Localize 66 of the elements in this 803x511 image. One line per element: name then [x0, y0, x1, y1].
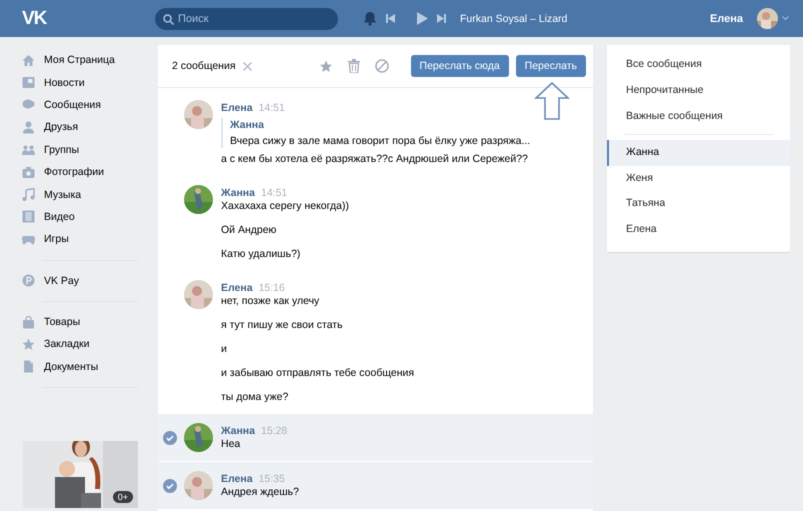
bell-icon[interactable] — [363, 11, 377, 26]
message-text: и — [221, 342, 228, 356]
nav-item[interactable]: Моя Страница — [22, 49, 162, 72]
user-name[interactable]: Елена — [710, 12, 743, 24]
message-text: а с кем бы хотела её разряжать??с Андрюшей или Сережей?? — [221, 152, 529, 166]
checkmark-icon[interactable] — [163, 479, 177, 493]
message-text: Андрея ждешь? — [221, 485, 299, 499]
logo[interactable]: VK — [22, 8, 155, 30]
filter-item[interactable]: Непрочитанные — [607, 77, 790, 103]
up-arrow-drawing — [534, 82, 570, 120]
checkmark-icon[interactable] — [163, 431, 177, 445]
coin-icon — [22, 274, 35, 288]
nav-item[interactable]: Новости — [22, 71, 162, 94]
filter-item[interactable]: Важные сообщения — [607, 103, 790, 129]
track-title[interactable]: Furkan Soysal – Lizard — [460, 12, 568, 24]
filter-item[interactable]: Все сообщения — [607, 51, 790, 77]
caret-icon[interactable] — [782, 16, 789, 21]
previous-track-icon[interactable] — [386, 14, 395, 23]
message-text: нет, позже как улечу — [221, 294, 320, 308]
speech-bubble-icon — [22, 98, 35, 112]
bag-icon — [22, 316, 35, 329]
message-text: Катю удалишь?) — [221, 247, 302, 261]
author-name[interactable]: Елена — [221, 102, 253, 114]
music-note-icon — [22, 188, 35, 202]
forward-button[interactable]: Переслать сюда — [410, 55, 509, 77]
conversation-item[interactable]: Жанна — [607, 140, 790, 166]
search-field[interactable]: Поиск — [155, 8, 338, 30]
home-icon — [22, 54, 35, 67]
star-icon — [22, 338, 35, 351]
author-name[interactable]: Елена — [221, 282, 253, 294]
selection-count: 2 сообщения — [172, 60, 236, 72]
document-icon — [22, 360, 35, 374]
film-icon — [22, 210, 35, 224]
author-name[interactable]: Жанна — [230, 118, 530, 132]
forward-button[interactable]: Переслать — [516, 55, 586, 77]
message-time: 15:35 — [258, 473, 285, 485]
star-icon[interactable] — [318, 60, 333, 72]
block-icon[interactable] — [374, 59, 389, 73]
message[interactable]: Жанна 15:28 Неа — [158, 414, 593, 461]
message-time: 14:51 — [258, 102, 285, 114]
message-text: Хахахаха серегу некогда)) — [221, 199, 349, 213]
author-name[interactable]: Жанна — [221, 187, 255, 199]
message[interactable]: Елена 15:35 Андрея ждешь? — [158, 462, 593, 509]
message-text: я тут пишу же свои стать — [221, 318, 344, 332]
camera-icon — [22, 166, 35, 179]
next-track-icon[interactable] — [437, 14, 446, 23]
message-time: 14:51 — [260, 187, 288, 199]
message-time: 15:16 — [258, 282, 285, 294]
person-icon — [22, 120, 35, 134]
author-name[interactable]: Жанна — [221, 425, 255, 437]
message-text: Неа — [221, 437, 242, 451]
message-text: Вчера сижу в зале мама говорит пора бы ёлку уже разряжа... — [230, 134, 530, 148]
conversation-item[interactable]: Елена — [607, 216, 790, 242]
people-icon — [22, 143, 35, 156]
message-text: и забываю отправлять тебе сообщения — [221, 366, 414, 380]
conversation-item[interactable]: Женя — [607, 166, 790, 191]
message-text: ты дома уже? — [221, 390, 290, 404]
close-icon[interactable] — [242, 62, 252, 70]
trash-icon[interactable] — [348, 59, 360, 73]
conversation-item[interactable]: Татьяна — [607, 191, 790, 216]
search-icon — [163, 14, 174, 24]
message-text: Ой Андрею — [221, 223, 278, 237]
message-time: 15:28 — [260, 425, 288, 437]
author-name[interactable]: Елена — [221, 473, 253, 485]
play-icon[interactable] — [417, 12, 428, 25]
news-icon — [22, 76, 35, 90]
